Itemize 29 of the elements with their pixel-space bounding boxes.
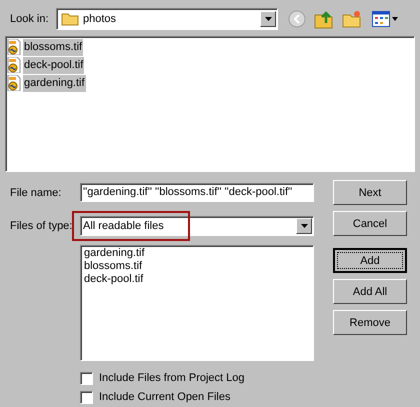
dialog-button[interactable]: Add — [333, 248, 407, 273]
files-of-type-label: Files of type: — [10, 219, 74, 233]
file-item[interactable]: deck-pool.tif — [7, 56, 413, 74]
up-folder-icon[interactable] — [314, 9, 334, 29]
file-item[interactable]: gardening.tif — [7, 74, 413, 92]
files-of-type-dropdown[interactable]: All readable files — [80, 216, 314, 236]
checkbox[interactable] — [80, 390, 93, 404]
chosen-file[interactable]: deck-pool.tif — [84, 273, 310, 286]
dialog-button[interactable]: Add All — [333, 279, 407, 304]
back-icon[interactable] — [288, 10, 306, 28]
dialog-button[interactable]: Cancel — [333, 211, 407, 236]
dialog-button[interactable]: Remove — [333, 310, 407, 335]
chosen-file[interactable]: blossoms.tif — [84, 260, 310, 273]
file-name-field[interactable]: ''gardening.tif'' ''blossoms.tif'' ''deck-pool.tif'' — [80, 183, 314, 202]
caret-icon — [264, 17, 272, 21]
view-menu-icon[interactable] — [372, 11, 398, 27]
look-in-dropdown[interactable]: photos — [56, 8, 278, 30]
checkbox[interactable] — [80, 372, 93, 384]
checkbox-label: Include Files from Project Log — [99, 371, 245, 385]
dropdown-button[interactable] — [260, 11, 276, 27]
dialog-button[interactable]: Next — [333, 180, 407, 205]
dropdown-button[interactable] — [296, 218, 312, 234]
file-name-label: File name: — [10, 186, 62, 200]
folder-icon — [61, 12, 79, 26]
checkbox-label: Include Current Open Files — [99, 390, 230, 404]
look-in-label: Look in: — [10, 12, 50, 26]
file-item[interactable]: blossoms.tif — [7, 38, 413, 56]
chosen-file[interactable]: gardening.tif — [84, 247, 310, 260]
caret-icon — [300, 224, 308, 228]
